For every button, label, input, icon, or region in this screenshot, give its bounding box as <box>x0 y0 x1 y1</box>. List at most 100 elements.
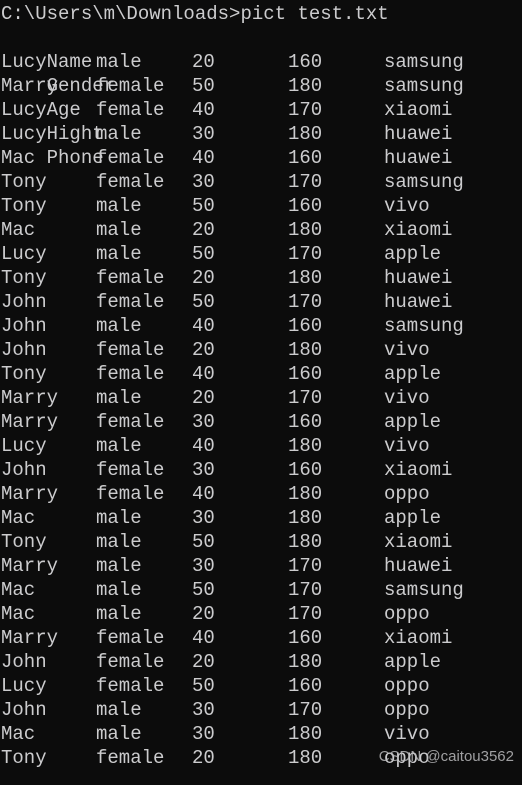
cell-phone: huawei <box>384 123 453 145</box>
cell-age: 30 <box>192 123 215 145</box>
cell-hight: 160 <box>288 147 323 169</box>
cell-age: 20 <box>192 387 215 409</box>
table-row: Marry female 30 160 apple <box>1 410 522 434</box>
table-row: Marry female 40 160 xiaomi <box>1 626 522 650</box>
cell-age: 40 <box>192 315 215 337</box>
cell-name: Lucy <box>1 123 47 145</box>
table-row: Lucy female 40 170 xiaomi <box>1 98 522 122</box>
table-row: John female 20 180 vivo <box>1 338 522 362</box>
table-row: Lucy male 20 160 samsung <box>1 50 522 74</box>
table-row: Marry male 30 170 huawei <box>1 554 522 578</box>
cell-hight: 180 <box>288 339 323 361</box>
cell-name: Marry <box>1 411 59 433</box>
cell-gender: male <box>96 723 142 745</box>
cell-name: Tony <box>1 531 47 553</box>
cell-phone: oppo <box>384 747 430 769</box>
cell-name: Lucy <box>1 435 47 457</box>
cell-name: Marry <box>1 627 59 649</box>
cell-name: Tony <box>1 747 47 769</box>
cell-hight: 160 <box>288 411 323 433</box>
cell-phone: samsung <box>384 171 464 193</box>
cell-phone: huawei <box>384 147 453 169</box>
cell-hight: 180 <box>288 531 323 553</box>
cell-gender: male <box>96 195 142 217</box>
table-row: John female 20 180 apple <box>1 650 522 674</box>
terminal-console[interactable]: C:\Users\m\Downloads>pict test.txt Name … <box>0 0 522 785</box>
cell-hight: 170 <box>288 243 323 265</box>
cell-phone: vivo <box>384 435 430 457</box>
cell-phone: oppo <box>384 603 430 625</box>
cell-gender: female <box>96 291 165 313</box>
cell-phone: apple <box>384 363 442 385</box>
table-row: Tony male 50 160 vivo <box>1 194 522 218</box>
cell-gender: male <box>96 243 142 265</box>
cell-age: 50 <box>192 531 215 553</box>
cell-age: 30 <box>192 555 215 577</box>
cell-gender: male <box>96 435 142 457</box>
table-row: Tony female 20 180 huawei <box>1 266 522 290</box>
cell-hight: 170 <box>288 579 323 601</box>
table-row: Mac male 20 170 oppo <box>1 602 522 626</box>
cell-gender: male <box>96 507 142 529</box>
cell-age: 50 <box>192 75 215 97</box>
cell-hight: 160 <box>288 675 323 697</box>
cell-age: 40 <box>192 99 215 121</box>
cell-age: 30 <box>192 411 215 433</box>
cell-age: 20 <box>192 747 215 769</box>
cell-name: Tony <box>1 363 47 385</box>
cell-gender: male <box>96 555 142 577</box>
table-row: Tony female 40 160 apple <box>1 362 522 386</box>
cell-phone: xiaomi <box>384 219 453 241</box>
cell-gender: female <box>96 147 165 169</box>
cell-hight: 180 <box>288 507 323 529</box>
cell-gender: female <box>96 651 165 673</box>
cell-name: Marry <box>1 387 59 409</box>
cell-gender: male <box>96 51 142 73</box>
cell-name: Lucy <box>1 675 47 697</box>
table-row: Mac male 20 180 xiaomi <box>1 218 522 242</box>
cell-phone: xiaomi <box>384 459 453 481</box>
cell-hight: 170 <box>288 555 323 577</box>
cell-name: Mac <box>1 147 36 169</box>
cell-name: Lucy <box>1 99 47 121</box>
cell-age: 20 <box>192 267 215 289</box>
cell-hight: 180 <box>288 723 323 745</box>
cell-phone: samsung <box>384 51 464 73</box>
cell-age: 50 <box>192 243 215 265</box>
cell-age: 50 <box>192 579 215 601</box>
table-row: Marry male 20 170 vivo <box>1 386 522 410</box>
cell-gender: female <box>96 483 165 505</box>
cell-hight: 180 <box>288 435 323 457</box>
cell-phone: huawei <box>384 267 453 289</box>
cell-age: 40 <box>192 627 215 649</box>
cell-gender: male <box>96 531 142 553</box>
cell-age: 40 <box>192 363 215 385</box>
table-row: John male 40 160 samsung <box>1 314 522 338</box>
cell-name: Marry <box>1 75 59 97</box>
cell-age: 20 <box>192 651 215 673</box>
table-row: Lucy female 50 160 oppo <box>1 674 522 698</box>
cell-name: Mac <box>1 603 36 625</box>
cell-age: 50 <box>192 195 215 217</box>
cell-phone: vivo <box>384 387 430 409</box>
cell-name: Mac <box>1 723 36 745</box>
cell-age: 30 <box>192 171 215 193</box>
table-row: Tony female 20 180 oppo <box>1 746 522 770</box>
cell-name: John <box>1 651 47 673</box>
cell-name: Tony <box>1 267 47 289</box>
table-row: John female 50 170 huawei <box>1 290 522 314</box>
cell-gender: female <box>96 747 165 769</box>
cell-phone: apple <box>384 411 442 433</box>
command-prompt-line: C:\Users\m\Downloads>pict test.txt <box>1 3 389 25</box>
cell-hight: 180 <box>288 267 323 289</box>
cell-phone: xiaomi <box>384 627 453 649</box>
cell-gender: female <box>96 411 165 433</box>
cell-age: 50 <box>192 675 215 697</box>
cell-name: John <box>1 291 47 313</box>
cell-hight: 170 <box>288 99 323 121</box>
cell-age: 30 <box>192 723 215 745</box>
cell-age: 40 <box>192 483 215 505</box>
cell-phone: samsung <box>384 579 464 601</box>
table-row: Mac male 50 170 samsung <box>1 578 522 602</box>
cell-phone: oppo <box>384 675 430 697</box>
